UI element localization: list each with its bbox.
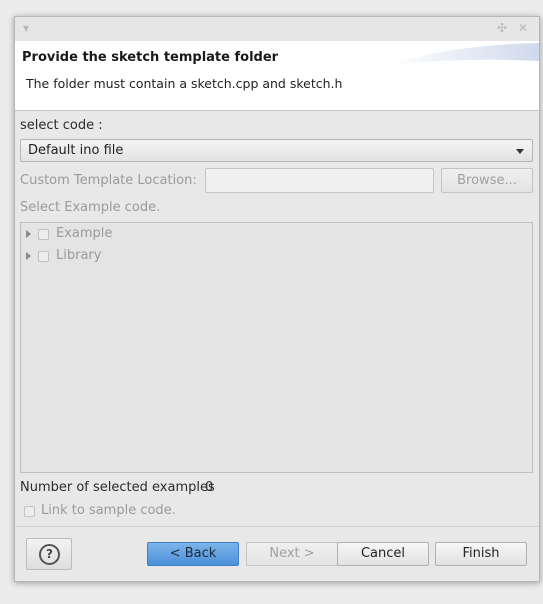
- close-icon[interactable]: ✕: [518, 21, 528, 35]
- chevron-down-icon: [516, 149, 524, 154]
- example-tree[interactable]: Example Library: [20, 222, 533, 473]
- selected-count-value: 0: [205, 480, 214, 495]
- select-example-label: Select Example code.: [20, 200, 161, 215]
- resize-icon[interactable]: ✣: [497, 21, 507, 35]
- finish-button[interactable]: Finish: [435, 542, 527, 566]
- select-code-value: Default ino file: [28, 143, 124, 158]
- question-mark-icon: ?: [39, 544, 60, 565]
- example-checkbox[interactable]: [38, 229, 49, 240]
- window-menu-icon[interactable]: ▾: [23, 21, 29, 35]
- wizard-dialog: ▾ ✣ ✕ Provide the sketch template folder…: [14, 16, 540, 582]
- select-code-combo[interactable]: Default ino file: [20, 139, 533, 162]
- link-sample-checkbox[interactable]: [24, 506, 35, 517]
- select-code-label: select code :: [20, 118, 103, 133]
- expand-arrow-icon[interactable]: [26, 230, 31, 238]
- footer-separator: [15, 526, 539, 527]
- banner-title: Provide the sketch template folder: [22, 50, 279, 65]
- back-button[interactable]: < Back: [147, 542, 239, 566]
- library-checkbox[interactable]: [38, 251, 49, 262]
- expand-arrow-icon[interactable]: [26, 252, 31, 260]
- selected-count-label: Number of selected examples: [20, 480, 215, 495]
- browse-button[interactable]: Browse...: [441, 168, 533, 193]
- custom-template-field[interactable]: [205, 168, 434, 193]
- tree-item-label: Example: [56, 226, 113, 241]
- title-bar: ▾ ✣ ✕: [15, 17, 539, 41]
- tree-item-label: Library: [56, 248, 102, 263]
- custom-template-label: Custom Template Location:: [20, 173, 197, 188]
- tree-item-example[interactable]: Example: [21, 225, 221, 245]
- help-button[interactable]: ?: [26, 538, 72, 570]
- banner-message: The folder must contain a sketch.cpp and…: [26, 76, 343, 91]
- link-sample-label: Link to sample code.: [41, 503, 176, 518]
- next-button[interactable]: Next >: [246, 542, 338, 566]
- cancel-button[interactable]: Cancel: [337, 542, 429, 566]
- tree-item-library[interactable]: Library: [21, 247, 221, 267]
- banner-decoration: [389, 43, 539, 65]
- wizard-banner: Provide the sketch template folder The f…: [15, 41, 539, 111]
